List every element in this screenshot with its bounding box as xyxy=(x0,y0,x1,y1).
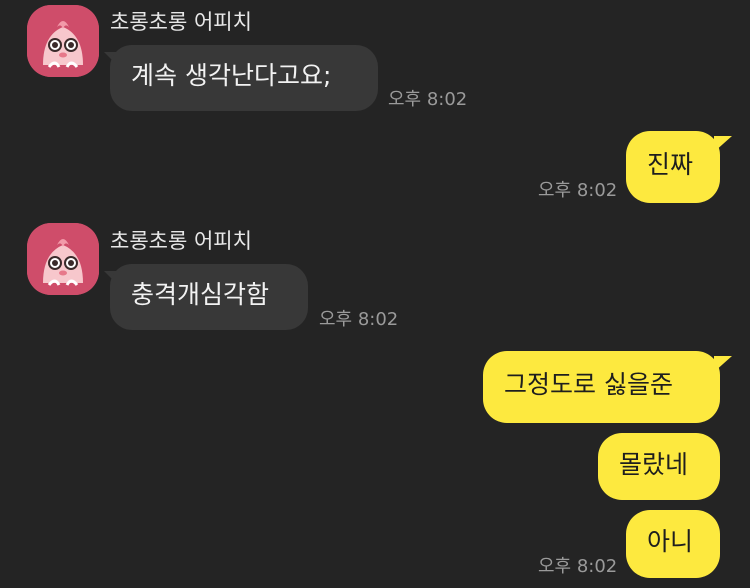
apeach-avatar-icon[interactable] xyxy=(27,223,99,295)
bubble-tail xyxy=(714,136,732,152)
sender-name: 초롱초롱 어피치 xyxy=(110,229,252,253)
bubble-tail xyxy=(714,356,732,372)
message-timestamp: 오후 8:02 xyxy=(538,180,618,201)
message-timestamp: 오후 8:02 xyxy=(388,89,468,110)
outgoing-message-bubble[interactable]: 몰랐네 xyxy=(598,433,720,500)
message-timestamp: 오후 8:02 xyxy=(319,309,399,330)
message-timestamp: 오후 8:02 xyxy=(538,556,618,577)
incoming-message-bubble[interactable]: 계속 생각난다고요; xyxy=(110,45,378,111)
chat-window: 초롱초롱 어피치 계속 생각난다고요; 오후 8:02 진짜 오후 8:02 초… xyxy=(0,0,750,588)
outgoing-message-bubble[interactable]: 그정도로 싫을준 xyxy=(483,351,720,423)
sender-name: 초롱초롱 어피치 xyxy=(110,10,252,34)
incoming-message-bubble[interactable]: 충격개심각함 xyxy=(110,264,308,330)
outgoing-message-bubble[interactable]: 아니 xyxy=(626,510,720,578)
apeach-avatar-icon[interactable] xyxy=(27,5,99,77)
outgoing-message-bubble[interactable]: 진짜 xyxy=(626,131,720,203)
